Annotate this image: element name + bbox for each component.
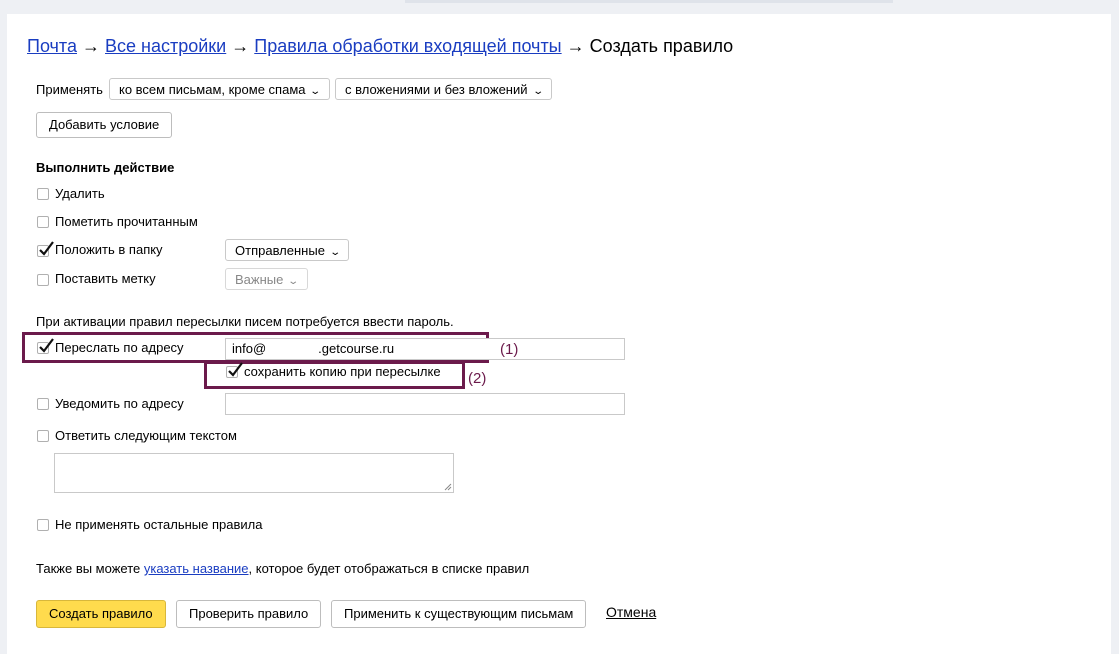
- chevron-down-icon: ⌄: [309, 86, 322, 97]
- rule-form-panel: Почта → Все настройки → Правила обработк…: [7, 14, 1111, 654]
- tag-select-value: Важные: [235, 272, 284, 287]
- notify-checkbox[interactable]: [37, 398, 49, 410]
- apply-existing-button[interactable]: Применить к существующим письмам: [331, 600, 587, 628]
- move-folder-label: Положить в папку: [55, 242, 163, 257]
- reply-checkbox[interactable]: [37, 430, 49, 442]
- naming-hint: Также вы можете указать название, которо…: [36, 561, 529, 576]
- chevron-down-icon: ⌄: [531, 86, 544, 97]
- set-label-checkbox[interactable]: [37, 274, 49, 286]
- create-rule-button[interactable]: Создать правило: [36, 600, 166, 628]
- annotation-1: (1): [500, 341, 519, 358]
- notify-address-input[interactable]: [225, 393, 625, 415]
- mark-read-checkbox[interactable]: [37, 216, 49, 228]
- naming-hint-prefix: Также вы можете: [36, 561, 144, 576]
- attachments-select-value: с вложениями и без вложений: [345, 82, 528, 97]
- tag-select: Важные ⌄: [225, 268, 308, 290]
- actions-heading: Выполнить действие: [36, 160, 175, 175]
- notify-label: Уведомить по адресу: [55, 396, 184, 411]
- forward-checkbox[interactable]: [37, 338, 54, 354]
- delete-label: Удалить: [55, 186, 105, 201]
- keep-copy-checkbox[interactable]: [226, 362, 243, 378]
- set-name-link[interactable]: указать название: [144, 561, 249, 576]
- attachments-select[interactable]: с вложениями и без вложений ⌄: [335, 78, 552, 100]
- keep-copy-label: сохранить копию при пересылке: [244, 364, 441, 379]
- delete-checkbox[interactable]: [37, 188, 49, 200]
- chevron-down-icon: ⌄: [287, 276, 300, 287]
- folder-select-value: Отправленные: [235, 243, 325, 258]
- password-note: При активации правил пересылки писем пот…: [36, 314, 454, 329]
- chevron-down-icon: ⌄: [329, 247, 341, 258]
- breadcrumb-separator: →: [231, 36, 250, 56]
- breadcrumb: Почта → Все настройки → Правила обработк…: [27, 36, 733, 57]
- mark-read-label: Пометить прочитанным: [55, 214, 198, 229]
- cancel-link[interactable]: Отмена: [606, 604, 656, 620]
- forward-address-suffix: .getcourse.ru: [318, 341, 395, 356]
- breadcrumb-mail[interactable]: Почта: [27, 36, 77, 56]
- move-folder-checkbox[interactable]: [37, 241, 54, 257]
- page-title: Создать правило: [589, 36, 734, 56]
- scope-select[interactable]: ко всем письмам, кроме спама ⌄: [109, 78, 330, 100]
- breadcrumb-separator: →: [82, 36, 100, 56]
- breadcrumb-incoming-rules[interactable]: Правила обработки входящей почты: [254, 36, 561, 56]
- breadcrumb-separator: →: [566, 36, 585, 56]
- set-label-label: Поставить метку: [55, 271, 156, 286]
- checkmark-icon: [228, 362, 243, 377]
- resize-handle-icon[interactable]: [444, 483, 452, 491]
- annotation-2: (2): [468, 370, 487, 387]
- reply-text-area[interactable]: [54, 453, 454, 493]
- forward-address-prefix: info@: [232, 341, 267, 356]
- forward-address-input[interactable]: info@ .getcourse.ru: [225, 338, 625, 360]
- breadcrumb-all-settings[interactable]: Все настройки: [105, 36, 226, 56]
- add-condition-button[interactable]: Добавить условие: [36, 112, 173, 138]
- check-rule-button[interactable]: Проверить правило: [176, 600, 322, 628]
- stop-rules-checkbox[interactable]: [37, 519, 49, 531]
- naming-hint-suffix: , которое будет отображаться в списке пр…: [248, 561, 530, 576]
- checkmark-icon: [39, 338, 54, 353]
- stop-rules-label: Не применять остальные правила: [55, 517, 263, 532]
- scope-select-value: ко всем письмам, кроме спама: [119, 82, 306, 97]
- forward-label: Переслать по адресу: [55, 340, 184, 355]
- apply-label: Применять: [36, 82, 103, 97]
- top-scroll-strip: [405, 0, 893, 3]
- checkmark-icon: [39, 241, 54, 256]
- reply-label: Ответить следующим текстом: [55, 428, 237, 443]
- folder-select[interactable]: Отправленные ⌄: [225, 239, 350, 261]
